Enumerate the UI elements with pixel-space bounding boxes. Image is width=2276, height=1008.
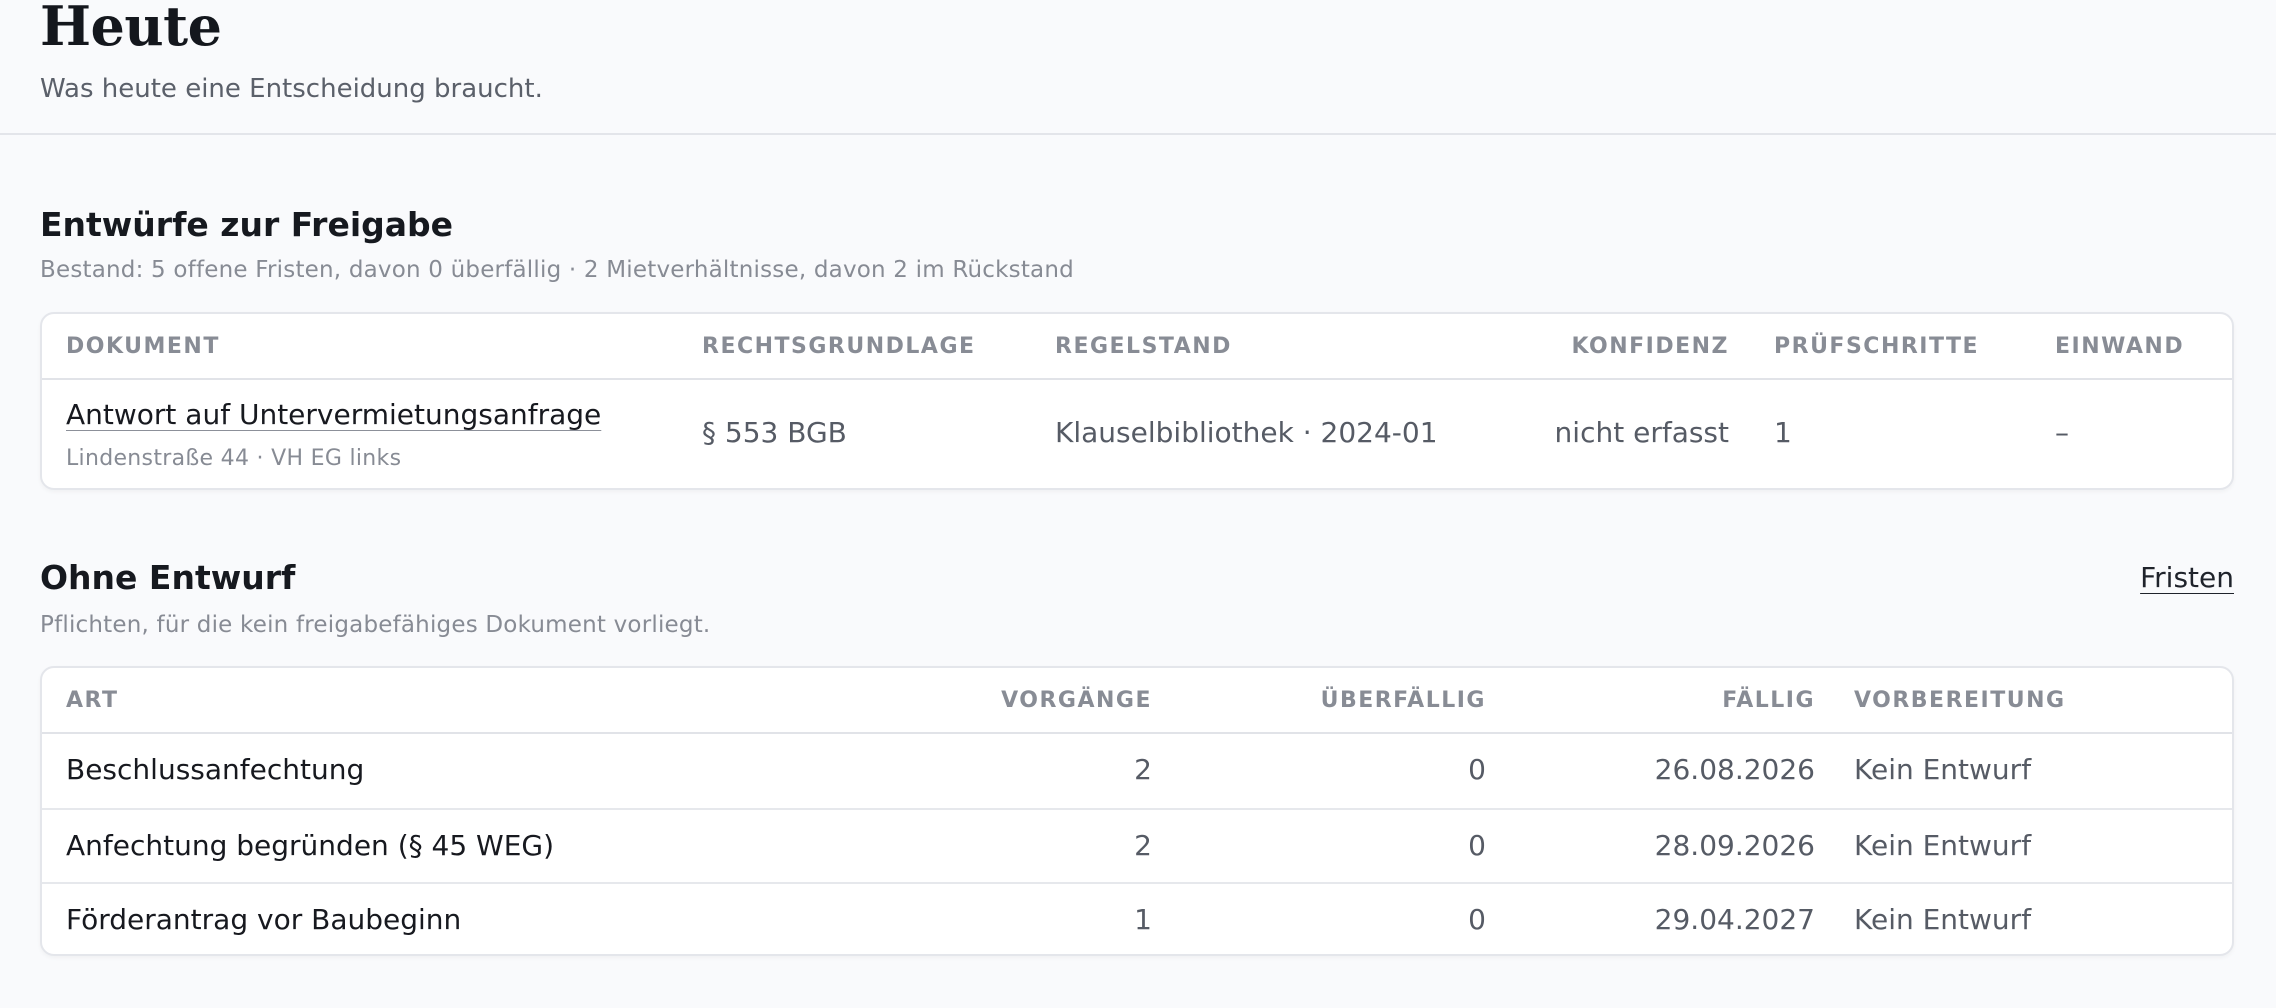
due-date-cell: 28.09.2026 [1654,829,1815,862]
cases-cell: 2 [1134,829,1152,862]
legal-basis-cell: § 553 BGB [702,416,847,449]
type-cell: Anfechtung begründen (§ 45 WEG) [66,829,555,862]
column-header-overdue: ÜBERFÄLLIG [1320,688,1486,713]
due-date-cell: 26.08.2026 [1654,753,1815,786]
column-header-checks: PRÜFSCHRITTE [1774,334,1980,359]
page-title: Heute [40,0,222,58]
column-header-objection: EINWAND [2055,334,2185,359]
table-row[interactable]: Anfechtung begründen (§ 45 WEG) 2 0 28.0… [42,808,2232,882]
overdue-cell: 0 [1468,753,1486,786]
column-header-document: DOKUMENT [66,334,220,359]
type-cell: Beschlussanfechtung [66,753,365,786]
column-header-rule-version: REGELSTAND [1055,334,1232,359]
column-header-type: ART [66,688,119,713]
checks-cell: 1 [1774,416,1792,449]
drafts-table-header: DOKUMENT RECHTSGRUNDLAGE REGELSTAND KONF… [42,314,2232,380]
column-header-due: FÄLLIG [1722,688,1815,713]
due-date-cell: 29.04.2027 [1654,903,1815,936]
overdue-cell: 0 [1468,829,1486,862]
cases-cell: 1 [1134,903,1152,936]
drafts-section-title: Entwürfe zur Freigabe [40,205,454,244]
type-cell: Förderantrag vor Baubeginn [66,903,462,936]
preparation-cell: Kein Entwurf [1854,903,2032,936]
column-header-legal-basis: RECHTSGRUNDLAGE [702,334,976,359]
page-header: Heute Was heute eine Entscheidung brauch… [0,0,2276,135]
cases-cell: 2 [1134,753,1152,786]
drafts-table: DOKUMENT RECHTSGRUNDLAGE REGELSTAND KONF… [40,312,2234,490]
overdue-cell: 0 [1468,903,1486,936]
table-row[interactable]: Beschlussanfechtung 2 0 26.08.2026 Kein … [42,734,2232,808]
objection-cell: – [2055,416,2069,449]
column-header-cases: VORGÄNGE [1001,688,1152,713]
confidence-cell: nicht erfasst [1554,416,1729,449]
no-draft-summary: Pflichten, für die kein freigabefähiges … [40,612,711,638]
preparation-cell: Kein Entwurf [1854,829,2032,862]
drafts-summary: Bestand: 5 offene Fristen, davon 0 überf… [40,257,1074,283]
document-link[interactable]: Antwort auf Untervermietungsanfrage [66,398,601,431]
no-draft-table: ART VORGÄNGE ÜBERFÄLLIG FÄLLIG VORBEREIT… [40,666,2234,956]
rule-version-cell: Klauselbibliothek · 2024-01 [1055,416,1438,449]
column-header-preparation: VORBEREITUNG [1854,688,2066,713]
table-row[interactable]: Förderantrag vor Baubeginn 1 0 29.04.202… [42,882,2232,954]
table-row[interactable]: Antwort auf Untervermietungsanfrage Lind… [42,380,2232,488]
no-draft-section: Ohne Entwurf Fristen Pflichten, für die … [40,555,2234,956]
no-draft-table-header: ART VORGÄNGE ÜBERFÄLLIG FÄLLIG VORBEREIT… [42,668,2232,734]
no-draft-section-title: Ohne Entwurf [40,558,296,597]
column-header-confidence: KONFIDENZ [1571,334,1729,359]
page-subtitle: Was heute eine Entscheidung braucht. [40,74,543,104]
deadlines-link[interactable]: Fristen [2140,561,2234,594]
document-location: Lindenstraße 44 · VH EG links [66,446,402,471]
drafts-section: Entwürfe zur Freigabe Bestand: 5 offene … [40,200,2234,500]
preparation-cell: Kein Entwurf [1854,753,2032,786]
